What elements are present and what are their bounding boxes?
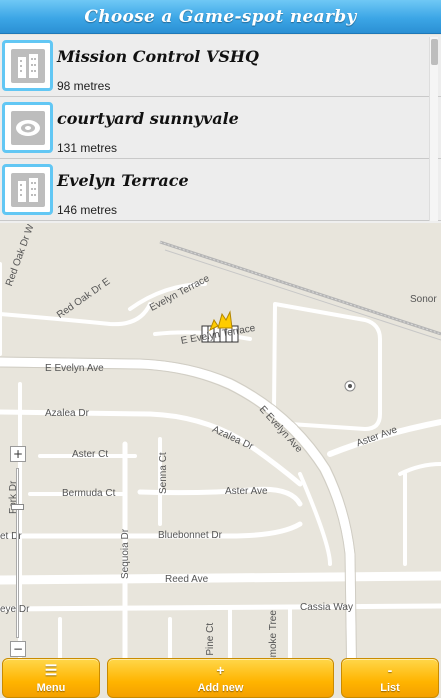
street-label: Smoke Tree: [268, 610, 279, 664]
map-roads: [0, 240, 441, 698]
list-item-thumbnail: [2, 164, 53, 215]
list-item-title: Evelyn Terrace: [57, 171, 189, 190]
gamespot-list[interactable]: Mission Control VSHQ 98 metres courtyard…: [0, 35, 441, 223]
plus-icon: +: [216, 662, 225, 678]
list-item-thumbnail: [2, 102, 53, 153]
bottom-toolbar: ☰ Menu + Add new - List: [0, 658, 441, 698]
list-item[interactable]: Mission Control VSHQ 98 metres: [0, 35, 441, 97]
street-label: Senna Ct: [158, 452, 169, 494]
building-icon: [10, 48, 45, 83]
zoom-out-button[interactable]: −: [10, 641, 26, 657]
street-label: Cassia Way: [300, 602, 353, 613]
zoom-slider-track[interactable]: [16, 468, 19, 638]
page-title: Choose a Game-spot nearby: [84, 6, 357, 27]
street-label: Bermuda Ct: [62, 488, 116, 499]
minus-icon: -: [387, 662, 393, 678]
street-label: Reed Ave: [165, 574, 209, 585]
building-icon: [10, 172, 45, 207]
street-label: eye Dr: [0, 604, 30, 615]
app-header: Choose a Game-spot nearby: [0, 0, 441, 34]
list-item-distance: 131 metres: [57, 141, 118, 155]
add-new-button[interactable]: + Add new: [107, 658, 334, 698]
street-label: Azalea Dr: [45, 408, 89, 419]
list-item-title: courtyard sunnyvale: [57, 109, 239, 128]
list-item[interactable]: Evelyn Terrace 146 metres: [0, 159, 441, 221]
list-item-distance: 146 metres: [57, 203, 118, 217]
menu-button[interactable]: ☰ Menu: [2, 658, 100, 698]
street-label: Sonor: [410, 294, 437, 305]
list-item-title: Mission Control VSHQ: [57, 47, 259, 66]
list-button-label: List: [380, 682, 400, 694]
street-label: Aster Ct: [72, 449, 109, 460]
map-view[interactable]: Red Oak Dr W Red Oak Dr E Evelyn Terrace…: [0, 224, 441, 698]
list-scrollbar-thumb[interactable]: [431, 39, 438, 65]
stadium-icon: [10, 110, 45, 145]
add-new-button-label: Add new: [197, 682, 244, 694]
app-root: Choose a Game-spot nearby Mission Contro…: [0, 0, 441, 698]
list-item-thumbnail: [2, 40, 53, 91]
street-label: Sequoia Dr: [120, 528, 131, 579]
menu-icon: ☰: [44, 662, 58, 678]
street-label: E Evelyn Ave: [45, 363, 104, 374]
menu-button-label: Menu: [36, 682, 66, 694]
list-item-distance: 98 metres: [57, 79, 111, 93]
list-item[interactable]: courtyard sunnyvale 131 metres: [0, 97, 441, 159]
railway-line: [159, 240, 441, 341]
street-label: Bluebonnet Dr: [158, 530, 222, 541]
list-scrollbar[interactable]: [429, 37, 438, 221]
zoom-slider-handle[interactable]: [11, 504, 24, 510]
zoom-in-button[interactable]: +: [10, 446, 26, 462]
list-button[interactable]: - List: [341, 658, 439, 698]
street-label: Aster Ave: [225, 486, 268, 497]
